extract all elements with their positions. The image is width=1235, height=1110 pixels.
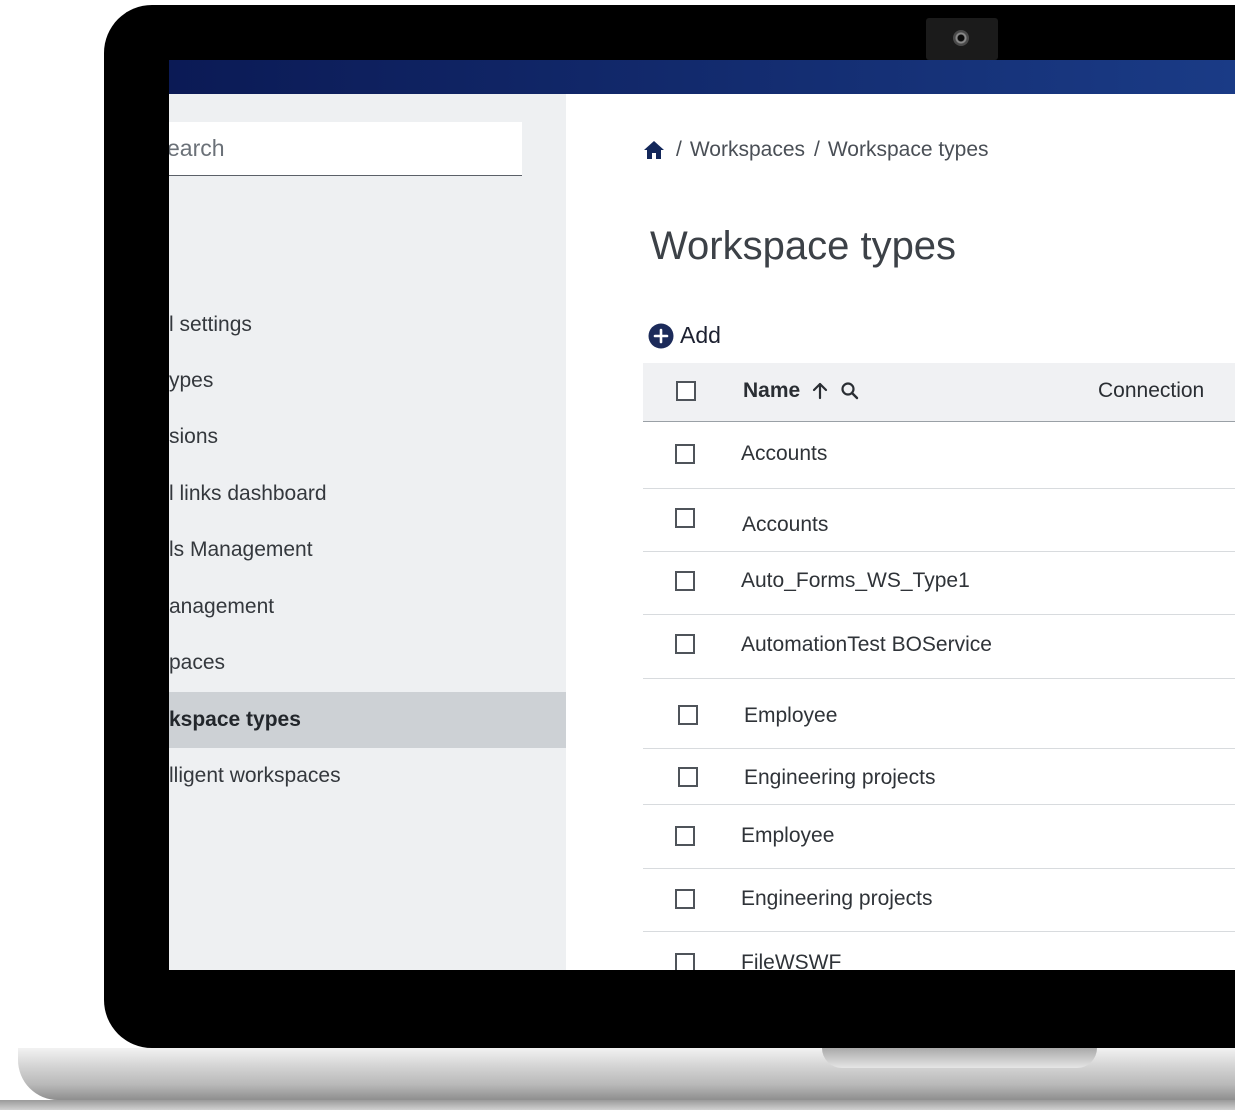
sidebar-item-types[interactable]: ypes: [169, 353, 566, 409]
page-title: Workspace types: [650, 224, 957, 268]
breadcrumb-separator: /: [676, 138, 682, 161]
table-row[interactable]: AutomationTest BOService: [643, 614, 1235, 679]
table-row[interactable]: Accounts: [643, 421, 1235, 489]
breadcrumb-separator: /: [814, 138, 820, 161]
table-row[interactable]: Employee: [643, 678, 1235, 749]
column-header-connection[interactable]: Connection: [1098, 379, 1204, 403]
row-name[interactable]: Engineering projects: [741, 887, 932, 911]
add-icon: [648, 323, 674, 348]
row-checkbox[interactable]: [675, 571, 695, 591]
laptop-base-notch: [822, 1048, 1097, 1068]
sidebar-item-workspaces[interactable]: paces: [169, 635, 566, 691]
row-checkbox[interactable]: [675, 508, 695, 528]
table-header: Name Connection: [643, 363, 1235, 422]
breadcrumb-workspace-types: Workspace types: [827, 138, 989, 161]
sidebar-item-general-settings[interactable]: l settings: [169, 297, 566, 353]
sort-up-icon[interactable]: [810, 381, 830, 401]
row-checkbox[interactable]: [675, 634, 695, 654]
sidebar-item-intelligent-workspaces[interactable]: lligent workspaces: [169, 748, 566, 804]
table-row[interactable]: Auto_Forms_WS_Type1: [643, 551, 1235, 615]
breadcrumb: / Workspaces / Workspace types: [641, 138, 989, 162]
search-icon[interactable]: [840, 381, 860, 401]
breadcrumb-workspaces[interactable]: Workspaces: [690, 138, 805, 162]
row-checkbox[interactable]: [678, 705, 698, 725]
sidebar: earch l settings ypes sions l links dash…: [169, 94, 566, 970]
row-name[interactable]: FileWSWF: [741, 951, 841, 970]
laptop-foot: [0, 1100, 1235, 1110]
row-name[interactable]: Accounts: [741, 442, 827, 466]
search-input[interactable]: earch: [169, 122, 522, 176]
row-name[interactable]: Auto_Forms_WS_Type1: [741, 569, 970, 593]
home-icon[interactable]: [641, 138, 667, 162]
camera-icon: [926, 18, 998, 60]
row-checkbox[interactable]: [675, 889, 695, 909]
table-row[interactable]: Accounts: [643, 488, 1235, 552]
row-checkbox[interactable]: [675, 826, 695, 846]
column-header-name[interactable]: Name: [743, 379, 860, 403]
row-name[interactable]: AutomationTest BOService: [741, 633, 992, 657]
main-content: / Workspaces / Workspace types Workspace…: [566, 94, 1235, 970]
row-checkbox[interactable]: [675, 444, 695, 464]
row-checkbox[interactable]: [675, 953, 695, 970]
table-row[interactable]: Engineering projects: [643, 868, 1235, 932]
table-row[interactable]: Employee: [643, 804, 1235, 869]
table-row[interactable]: FileWSWF: [643, 931, 1235, 970]
table-row[interactable]: Engineering projects: [643, 748, 1235, 805]
sidebar-item-workspace-types[interactable]: kspace types: [169, 692, 566, 748]
top-bar: [169, 60, 1235, 94]
add-button-label: Add: [680, 322, 721, 348]
row-name[interactable]: Employee: [744, 704, 837, 728]
app-screen: earch l settings ypes sions l links dash…: [169, 60, 1235, 970]
sidebar-item-permissions[interactable]: sions: [169, 409, 566, 465]
row-checkbox[interactable]: [678, 767, 698, 787]
row-name[interactable]: Accounts: [742, 513, 828, 537]
sidebar-item-management-1[interactable]: ls Management: [169, 522, 566, 578]
sidebar-item-links-dashboard[interactable]: l links dashboard: [169, 466, 566, 522]
add-button[interactable]: Add: [648, 322, 721, 349]
row-name[interactable]: Engineering projects: [744, 766, 935, 790]
select-all-checkbox[interactable]: [676, 381, 696, 401]
row-name[interactable]: Employee: [741, 824, 834, 848]
sidebar-item-management-2[interactable]: anagement: [169, 579, 566, 635]
